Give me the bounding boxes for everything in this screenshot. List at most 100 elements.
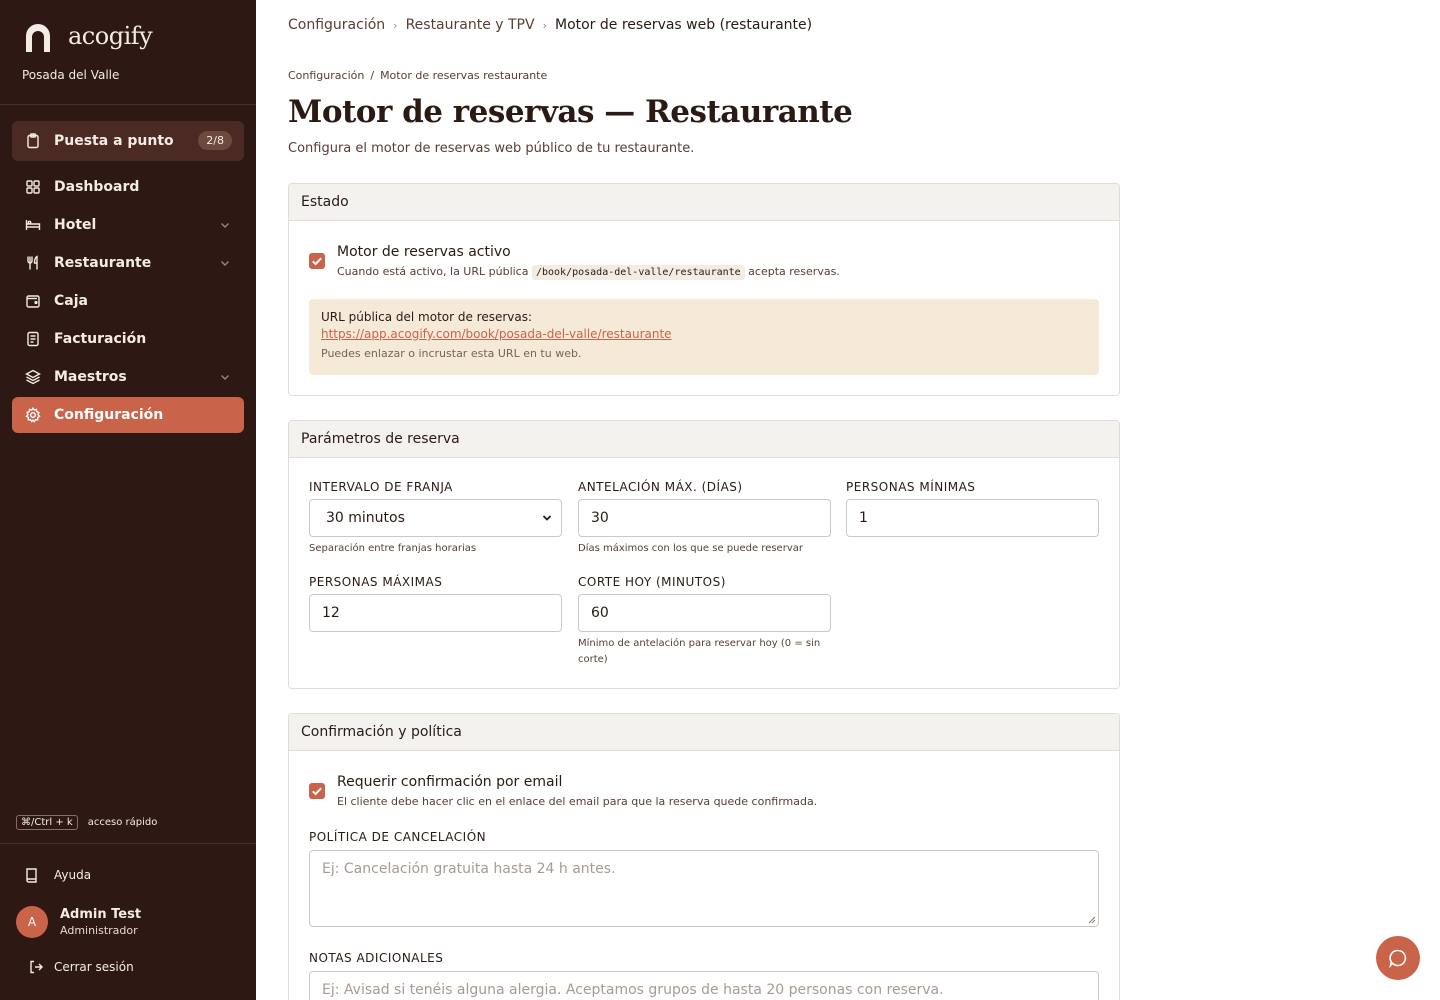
active-label: Motor de reservas activo <box>337 244 511 260</box>
interval-help: Separación entre franjas horarias <box>309 543 477 554</box>
cancel-policy-label: POLÍTICA DE CANCELACIÓN <box>309 830 487 844</box>
sidebar-item-caja[interactable]: Caja <box>12 283 244 319</box>
sidebar-item-setup[interactable]: Puesta a punto 2/8 <box>12 121 244 161</box>
page-subtitle: Configura el motor de reservas web públi… <box>288 141 695 156</box>
sidebar: acogify Posada del Valle Puesta a punto … <box>0 0 256 1000</box>
sidebar-item-label: Dashboard <box>54 179 140 195</box>
notes-textarea[interactable]: Ej: Avisad si tenéis alguna alergia. Ace… <box>309 971 1099 1000</box>
cutoff-help: Mínimo de antelación para reservar hoy (… <box>578 638 821 665</box>
sidebar-divider <box>0 104 256 105</box>
estado-card: Estado Motor de reservas activo Cuando e… <box>288 183 1120 396</box>
sidebar-item-label: Restaurante <box>54 255 152 271</box>
sidebar-item-label: Configuración <box>54 407 164 423</box>
sidebar-item-hotel[interactable]: Hotel <box>12 207 244 243</box>
invoice-icon <box>24 330 42 348</box>
logout-label: Cerrar sesión <box>54 960 134 974</box>
confirm-checkbox[interactable] <box>309 783 325 799</box>
breadcrumb-link[interactable]: Restaurante y TPV <box>406 17 535 33</box>
cancel-policy-textarea[interactable]: Ej: Cancelación gratuita hasta 24 h ante… <box>309 850 1099 927</box>
sidebar-item-maestros[interactable]: Maestros <box>12 359 244 395</box>
card-title: Parámetros de reserva <box>289 421 1119 458</box>
min-people-input[interactable]: 1 <box>846 499 1099 537</box>
notes-placeholder: Ej: Avisad si tenéis alguna alergia. Ace… <box>322 982 944 998</box>
utensils-icon <box>24 254 42 272</box>
shortcut-label: acceso rápido <box>87 817 158 828</box>
advance-label: ANTELACIÓN MÁX. (DÍAS) <box>578 480 743 494</box>
breadcrumb-separator: › <box>542 18 547 32</box>
notes-label: NOTAS ADICIONALES <box>309 951 444 965</box>
book-icon <box>26 868 37 883</box>
advance-help: Días máximos con los que se puede reserv… <box>578 543 803 554</box>
user-role: Administrador <box>60 924 138 937</box>
breadcrumb-link[interactable]: Configuración <box>288 69 364 82</box>
active-checkbox[interactable] <box>309 253 325 269</box>
advance-input[interactable]: 30 <box>578 499 831 537</box>
layers-icon <box>24 368 42 386</box>
confirm-label: Requerir confirmación por email <box>337 774 563 790</box>
user-name: Admin Test <box>60 907 142 922</box>
help-link[interactable]: Ayuda <box>24 867 91 883</box>
user-profile[interactable]: A Admin Test Administrador <box>16 906 141 938</box>
sidebar-item-configuracion[interactable]: Configuración <box>12 397 244 433</box>
breadcrumb-current: Motor de reservas web (restaurante) <box>554 17 813 33</box>
params-card: Parámetros de reserva INTERVALO DE FRANJ… <box>288 420 1120 689</box>
cutoff-label: CORTE HOY (MINUTOS) <box>578 575 726 589</box>
resize-handle-icon[interactable] <box>1088 916 1096 924</box>
chevron-down-icon <box>542 515 552 521</box>
active-help: Cuando está activo, la URL pública /book… <box>337 265 840 280</box>
bed-icon <box>24 216 42 234</box>
confirm-toggle-row: Requerir confirmación por email El clien… <box>309 774 817 808</box>
chevron-down-icon <box>221 375 229 380</box>
help-label: Ayuda <box>54 868 92 882</box>
help-text: Cuando está activo, la URL pública <box>337 265 529 278</box>
brand[interactable]: acogify <box>22 22 153 54</box>
url-label: URL pública del motor de reservas: <box>321 310 533 324</box>
advance-value: 30 <box>591 510 609 526</box>
top-breadcrumb: Configuración › Restaurante y TPV › Moto… <box>288 17 812 33</box>
sidebar-item-label: Puesta a punto <box>54 133 174 149</box>
card-title: Confirmación y política <box>289 714 1119 751</box>
cancel-policy-placeholder: Ej: Cancelación gratuita hasta 24 h ante… <box>322 861 616 877</box>
checkmark-icon <box>312 257 322 266</box>
min-people-value: 1 <box>859 510 868 526</box>
public-path: /book/posada-del-valle/restaurante <box>531 265 745 280</box>
sidebar-item-label: Hotel <box>54 217 97 233</box>
interval-value: 30 minutos <box>326 510 405 526</box>
sidebar-item-dashboard[interactable]: Dashboard <box>12 169 244 205</box>
avatar: A <box>16 906 48 938</box>
sidebar-item-label: Facturación <box>54 331 147 347</box>
active-toggle-row: Motor de reservas activo Cuando está act… <box>309 244 840 280</box>
chat-icon <box>1389 949 1407 968</box>
logout-button[interactable]: Cerrar sesión <box>28 959 134 975</box>
page-breadcrumb: Configuración / Motor de reservas restaura… <box>288 69 547 82</box>
public-url-link[interactable]: https://app.acogify.com/book/posada-del-… <box>321 327 1087 341</box>
sidebar-item-label: Caja <box>54 293 88 309</box>
max-people-input[interactable]: 12 <box>309 594 562 632</box>
chevron-down-icon <box>221 223 229 228</box>
interval-select[interactable]: 30 minutos <box>309 499 562 537</box>
quick-access-hint: ⌘/Ctrl + k acceso rápido <box>16 815 157 830</box>
keyboard-shortcut: ⌘/Ctrl + k <box>16 815 78 830</box>
setup-progress-badge: 2/8 <box>198 131 232 150</box>
logout-icon <box>30 960 43 974</box>
breadcrumb-separator: / <box>370 69 375 82</box>
policy-card: Confirmación y política Requerir confirm… <box>288 713 1120 1000</box>
chat-button[interactable] <box>1376 936 1420 980</box>
public-url-box: URL pública del motor de reservas: https… <box>309 299 1099 375</box>
logo-icon <box>26 24 50 52</box>
max-people-value: 12 <box>322 605 340 621</box>
brand-name: acogify <box>68 22 153 50</box>
sidebar-divider <box>0 843 256 844</box>
checkmark-icon <box>312 787 322 796</box>
gear-icon <box>24 406 42 424</box>
cutoff-input[interactable]: 60 <box>578 594 831 632</box>
cutoff-value: 60 <box>591 605 609 621</box>
min-people-label: PERSONAS MÍNIMAS <box>846 480 976 494</box>
sidebar-item-facturacion[interactable]: Facturación <box>12 321 244 357</box>
interval-label: INTERVALO DE FRANJA <box>309 480 453 494</box>
sidebar-item-restaurante[interactable]: Restaurante <box>12 245 244 281</box>
grid-icon <box>24 178 42 196</box>
breadcrumb-separator: › <box>393 18 398 32</box>
page-title: Motor de reservas — Restaurante <box>288 94 853 130</box>
breadcrumb-link[interactable]: Configuración <box>288 17 385 33</box>
